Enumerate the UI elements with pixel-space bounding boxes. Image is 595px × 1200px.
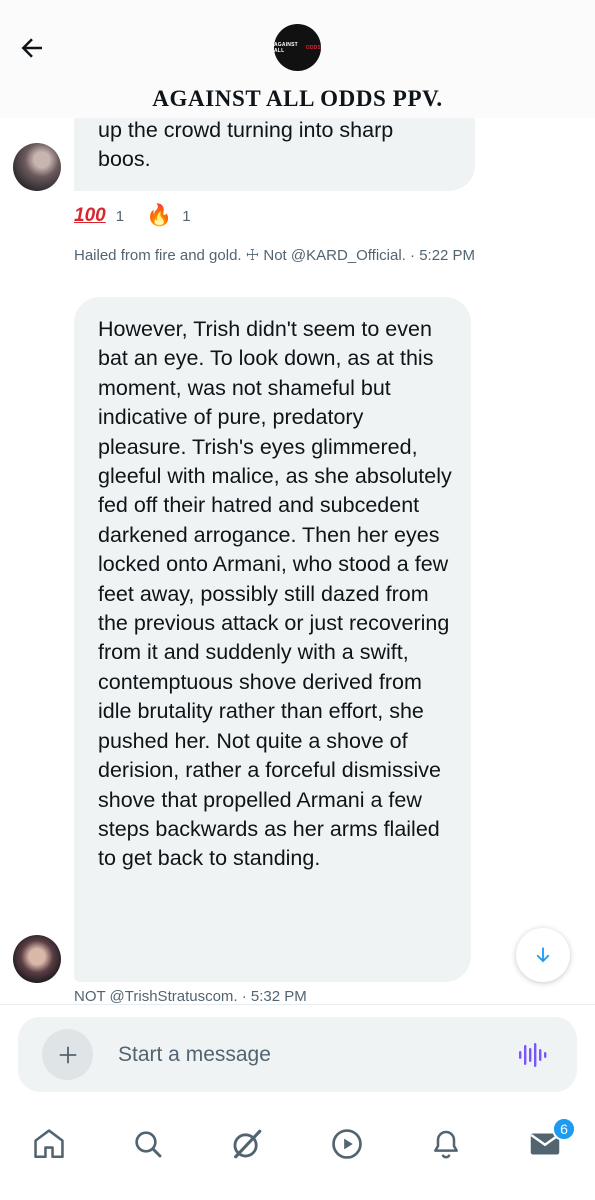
scroll-to-bottom-button[interactable] <box>516 928 570 982</box>
messages-unread-badge: 6 <box>552 1117 576 1141</box>
message-text-end: boos. <box>98 147 151 172</box>
message-input[interactable] <box>118 1037 478 1073</box>
add-media-button[interactable] <box>42 1029 93 1080</box>
message-bubble[interactable]: However, Trish didn't seem to even bat a… <box>74 297 471 982</box>
reaction-count: 1 <box>115 207 125 225</box>
bottom-navigation <box>0 1100 595 1200</box>
hundred-emoji-icon: 100 <box>74 205 106 226</box>
sender-avatar[interactable] <box>13 935 61 983</box>
reaction-fire[interactable]: 🔥 1 <box>146 204 191 228</box>
message-composer <box>18 1017 577 1092</box>
message-meta: NOT @TrishStratuscom. · 5:32 PM <box>74 988 307 1005</box>
nav-grok[interactable] <box>225 1122 269 1166</box>
back-button[interactable] <box>14 30 50 66</box>
video-icon <box>332 1129 362 1159</box>
grok-icon <box>233 1129 262 1159</box>
home-icon <box>34 1129 64 1159</box>
composer-divider <box>0 1004 595 1005</box>
conversation-header: AGAINST ALL ODDS AGAINST ALL ODDS PPV. <box>0 0 595 118</box>
logo-text-red: ODDS <box>305 44 321 51</box>
message-meta: Hailed from fire and gold. ☩ Not @KARD_O… <box>74 247 476 264</box>
message-reactions: 100 1 🔥 1 <box>74 204 213 228</box>
nav-home[interactable] <box>27 1122 71 1166</box>
nav-video[interactable] <box>325 1122 369 1166</box>
reaction-count: 1 <box>182 207 191 225</box>
voice-message-button[interactable] <box>517 1040 547 1070</box>
notifications-icon <box>434 1130 458 1159</box>
arrow-down-icon <box>536 947 550 963</box>
plus-icon <box>59 1046 76 1063</box>
voice-waveform-icon <box>519 1043 547 1067</box>
search-icon <box>135 1131 162 1158</box>
fire-emoji-icon: 🔥 <box>146 204 173 227</box>
nav-search[interactable] <box>126 1122 170 1166</box>
arrow-left-icon <box>21 38 42 58</box>
sender-avatar[interactable] <box>13 143 61 191</box>
message-text-partial: up the crowd turning into sharp <box>98 118 394 142</box>
nav-notifications[interactable] <box>424 1122 468 1166</box>
message-text: However, Trish didn't seem to even bat a… <box>98 317 452 871</box>
logo-text-white: AGAINST ALL <box>274 41 298 54</box>
group-avatar-logo[interactable]: AGAINST ALL ODDS <box>274 24 321 71</box>
reaction-hundred[interactable]: 100 1 <box>74 205 124 227</box>
conversation-title[interactable]: AGAINST ALL ODDS PPV. <box>0 86 595 112</box>
